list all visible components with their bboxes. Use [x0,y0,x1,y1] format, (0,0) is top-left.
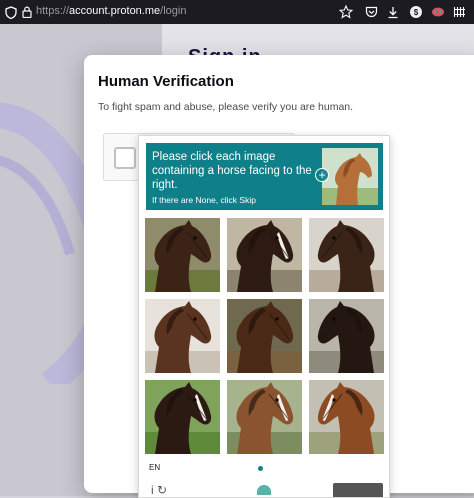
image-grid [145,218,384,460]
zoom-plus-icon[interactable]: + [315,168,329,182]
image-tile-2[interactable] [227,218,302,292]
horse-photo [309,218,384,292]
image-tile-4[interactable] [145,299,220,373]
example-horse-image[interactable] [322,148,378,205]
image-tile-5[interactable] [227,299,302,373]
download-icon[interactable] [385,4,401,20]
extension-badge: $ [410,6,422,18]
horse-photo [309,380,384,454]
info-refresh-icons[interactable]: i ↻ [151,483,167,497]
modal-subtitle: To fight spam and abuse, please verify y… [98,101,354,113]
extensions-menu-icon[interactable] [452,4,468,20]
url-protocol: https:// [36,5,70,17]
extension-dollar-icon[interactable]: $ [408,4,424,20]
hcaptcha-logo [257,485,271,495]
page-indicator-dot [258,466,263,471]
browser-toolbar: https://account.proton.me/login $ [0,0,474,24]
extension-mask-icon[interactable] [430,4,446,20]
shield-icon[interactable] [3,4,19,20]
prompt-text: Please click each image containing a hor… [152,151,312,191]
prompt-subtext: If there are None, click Skip [152,195,256,205]
captcha-challenge: Please click each image containing a hor… [138,135,390,498]
horse-photo [145,380,220,454]
address-bar[interactable]: https://account.proton.me/login [36,5,186,17]
horse-photo [227,380,302,454]
image-tile-3[interactable] [309,218,384,292]
horse-photo [309,299,384,373]
image-tile-1[interactable] [145,218,220,292]
horse-photo [227,218,302,292]
horse-photo [227,299,302,373]
bookmark-star-icon[interactable] [338,4,354,20]
url-domain: account.proton.me [69,5,161,17]
url-path: /login [160,5,187,17]
language-selector[interactable]: EN [149,463,160,472]
horse-photo [145,218,220,292]
image-tile-6[interactable] [309,299,384,373]
lock-icon[interactable] [19,4,35,20]
captcha-checkbox[interactable] [114,147,136,169]
modal-title: Human Verification [98,73,234,90]
skip-button[interactable] [333,483,383,497]
pocket-icon[interactable] [363,4,379,20]
image-tile-9[interactable] [309,380,384,454]
image-tile-7[interactable] [145,380,220,454]
image-tile-8[interactable] [227,380,302,454]
captcha-prompt: Please click each image containing a hor… [146,143,383,210]
horse-photo [145,299,220,373]
